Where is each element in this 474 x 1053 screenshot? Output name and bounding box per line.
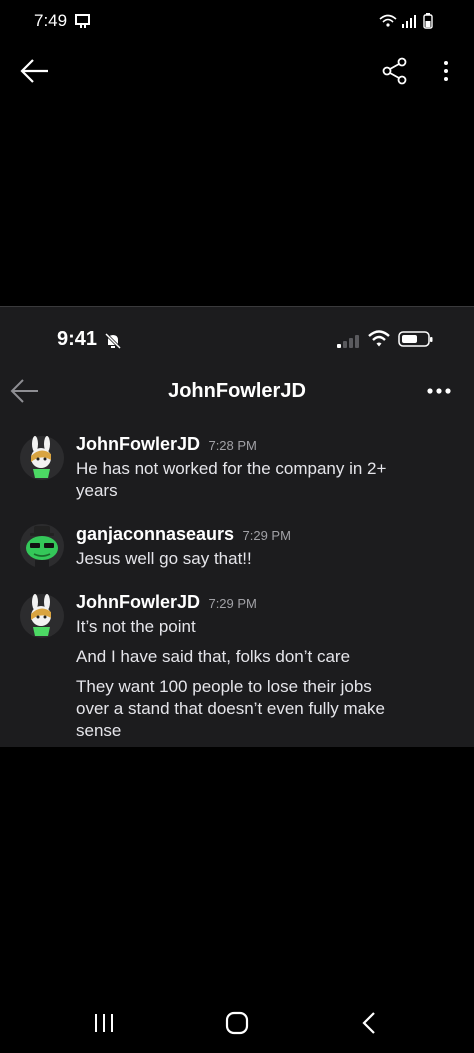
message-text: It’s not the point: [76, 616, 456, 638]
message-line: sense: [76, 721, 122, 740]
status-right-icons: [379, 13, 433, 29]
message-text: They want 100 people to lose their jobs …: [76, 676, 456, 742]
message-body: ganjaconnaseaurs 7:29 PM Jesus well go s…: [76, 524, 456, 570]
bunny-avatar-icon[interactable]: [20, 594, 64, 638]
message-text: Jesus well go say that!!: [76, 548, 456, 570]
battery-icon: [398, 331, 433, 347]
screen-mirror-icon: [75, 14, 90, 28]
author-name[interactable]: JohnFowlerJD: [76, 592, 200, 612]
battery-icon: [423, 13, 433, 29]
message-body: JohnFowlerJD 7:28 PM He has not worked f…: [76, 434, 456, 502]
message-body: JohnFowlerJD 7:29 PM It’s not the point …: [76, 592, 456, 742]
cellular-signal-icon: [337, 335, 359, 348]
home-icon[interactable]: [224, 1010, 250, 1036]
more-horizontal-icon[interactable]: [424, 382, 454, 400]
message-line: over a stand that doesn’t even fully mak…: [76, 699, 386, 718]
author-name[interactable]: JohnFowlerJD: [76, 434, 200, 454]
message-line: He has not worked for the company in 2+: [76, 459, 387, 478]
signal-icon: [402, 15, 416, 28]
message-text: He has not worked for the company in 2+ …: [76, 458, 456, 502]
more-vert-icon[interactable]: [436, 56, 456, 86]
message-line: years: [76, 481, 118, 500]
message-line: It’s not the point: [76, 617, 196, 636]
message-time: 7:29 PM: [242, 528, 291, 543]
back-icon[interactable]: [360, 1010, 380, 1036]
message-time: 7:29 PM: [208, 596, 257, 611]
recents-icon[interactable]: [92, 1012, 116, 1034]
status-bar: 7:49: [0, 0, 474, 44]
back-arrow-icon[interactable]: [18, 54, 52, 88]
message-line: And I have said that, folks don’t care: [76, 647, 351, 666]
message-time: 7:28 PM: [208, 438, 257, 453]
author-name[interactable]: ganjaconnaseaurs: [76, 524, 234, 544]
green-frog-avatar-icon[interactable]: [20, 524, 64, 568]
chat-title: JohnFowlerJD: [168, 380, 306, 402]
bunny-avatar-icon[interactable]: [20, 436, 64, 480]
inner-status-time: 9:41: [57, 328, 98, 350]
wifi-icon: [368, 330, 390, 347]
divider: [0, 306, 474, 307]
message-text: And I have said that, folks don’t care: [76, 646, 456, 668]
embedded-screenshot: 9:41 JohnFowlerJD JohnFowlerJD 7:28 PM H…: [0, 306, 474, 747]
bell-slash-icon: [104, 332, 122, 350]
wifi-icon: [379, 14, 397, 27]
status-time: 7:49: [34, 11, 68, 30]
message-line: Jesus well go say that!!: [76, 549, 252, 568]
message-line: They want 100 people to lose their jobs: [76, 677, 372, 696]
share-icon[interactable]: [380, 56, 410, 86]
